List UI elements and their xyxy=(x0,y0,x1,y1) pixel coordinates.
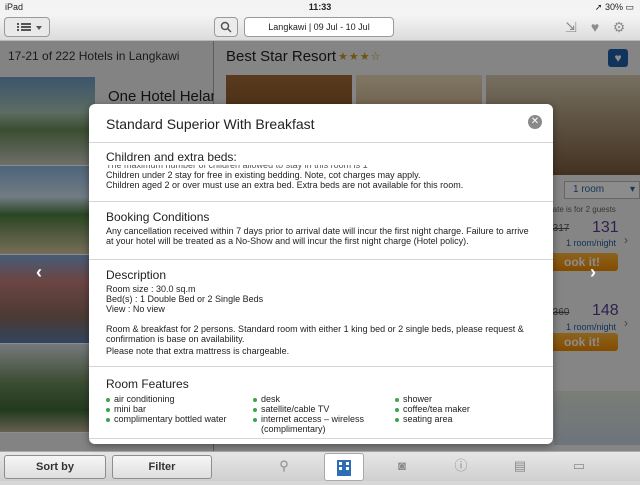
share-icon[interactable]: ⇲ xyxy=(562,18,580,36)
description-text: Room & breakfast for 2 persons. Standard… xyxy=(106,324,524,344)
divider xyxy=(89,201,553,202)
features-column: desk satellite/cable TV internet access … xyxy=(253,394,393,434)
battery-indicator: ➚ 30% ▭ xyxy=(594,2,634,12)
feature-item: shower xyxy=(395,394,535,404)
feature-item: internet access – wireless (complimentar… xyxy=(253,414,393,434)
tv-icon[interactable]: ▭ xyxy=(569,457,589,475)
section-title-children: Children and extra beds: xyxy=(106,150,237,164)
gear-icon[interactable]: ⚙ xyxy=(610,18,628,36)
features-column: shower coffee/tea maker seating area xyxy=(395,394,535,424)
feature-item: complimentary bottled water xyxy=(106,414,246,424)
divider xyxy=(89,366,553,367)
chevron-right-icon[interactable]: › xyxy=(590,262,596,283)
features-column: air conditioning mini bar complimentary … xyxy=(106,394,246,424)
modal-title: Standard Superior With Breakfast xyxy=(106,116,315,132)
section-title-booking: Booking Conditions xyxy=(106,210,210,224)
feature-item: satellite/cable TV xyxy=(253,404,393,414)
status-bar: iPad 11:33 ➚ 30% ▭ xyxy=(0,0,640,14)
children-text: Children under 2 stay for free in existi… xyxy=(106,170,421,180)
room-size: Room size : 30.0 sq.m xyxy=(106,284,196,294)
menu-icon xyxy=(17,23,42,31)
filter-button[interactable]: Filter xyxy=(112,455,212,479)
bed-info: Bed(s) : 1 Double Bed or 2 Single Beds xyxy=(106,294,264,304)
camera-icon[interactable]: ◙ xyxy=(392,457,412,475)
heart-icon[interactable]: ♥ xyxy=(586,18,604,36)
tab-hotel-info[interactable] xyxy=(324,453,364,481)
building-icon xyxy=(337,460,351,476)
booking-text: Any cancellation received within 7 days … xyxy=(106,226,529,246)
children-text: Children aged 2 or over must use an extr… xyxy=(106,180,464,190)
clock: 11:33 xyxy=(308,2,332,12)
view-info: View : No view xyxy=(106,304,165,314)
search-icon xyxy=(220,21,232,33)
nav-bar: Langkawi | 09 Jul - 10 Jul ⇲ ♥ ⚙ xyxy=(0,14,640,41)
divider xyxy=(89,259,553,260)
divider xyxy=(89,142,553,143)
feature-item: desk xyxy=(253,394,393,404)
feature-item: air conditioning xyxy=(106,394,246,404)
sort-button[interactable]: Sort by xyxy=(4,455,106,479)
chat-icon[interactable]: ▤ xyxy=(510,457,530,475)
info-icon[interactable]: ⓘ xyxy=(451,457,471,475)
pin-icon[interactable]: ⚲ xyxy=(274,457,294,475)
battery-level: 30% xyxy=(604,2,623,12)
section-title-description: Description xyxy=(106,268,167,282)
feature-item: mini bar xyxy=(106,404,246,414)
chevron-left-icon[interactable]: ‹ xyxy=(36,262,42,283)
section-title-features: Room Features xyxy=(106,377,189,391)
close-icon[interactable]: ✕ xyxy=(528,115,542,129)
room-details-modal: Standard Superior With Breakfast ✕ Child… xyxy=(89,104,553,444)
divider xyxy=(89,438,553,439)
menu-button[interactable] xyxy=(4,17,50,37)
feature-item: seating area xyxy=(395,414,535,424)
search-button[interactable] xyxy=(214,17,238,37)
bottom-toolbar: Sort by Filter ⚲ ◙ ⓘ ▤ ▭ xyxy=(0,451,640,481)
feature-item: coffee/tea maker xyxy=(395,404,535,414)
description-note: Please note that extra mattress is charg… xyxy=(106,346,290,356)
search-field[interactable]: Langkawi | 09 Jul - 10 Jul xyxy=(244,17,394,37)
